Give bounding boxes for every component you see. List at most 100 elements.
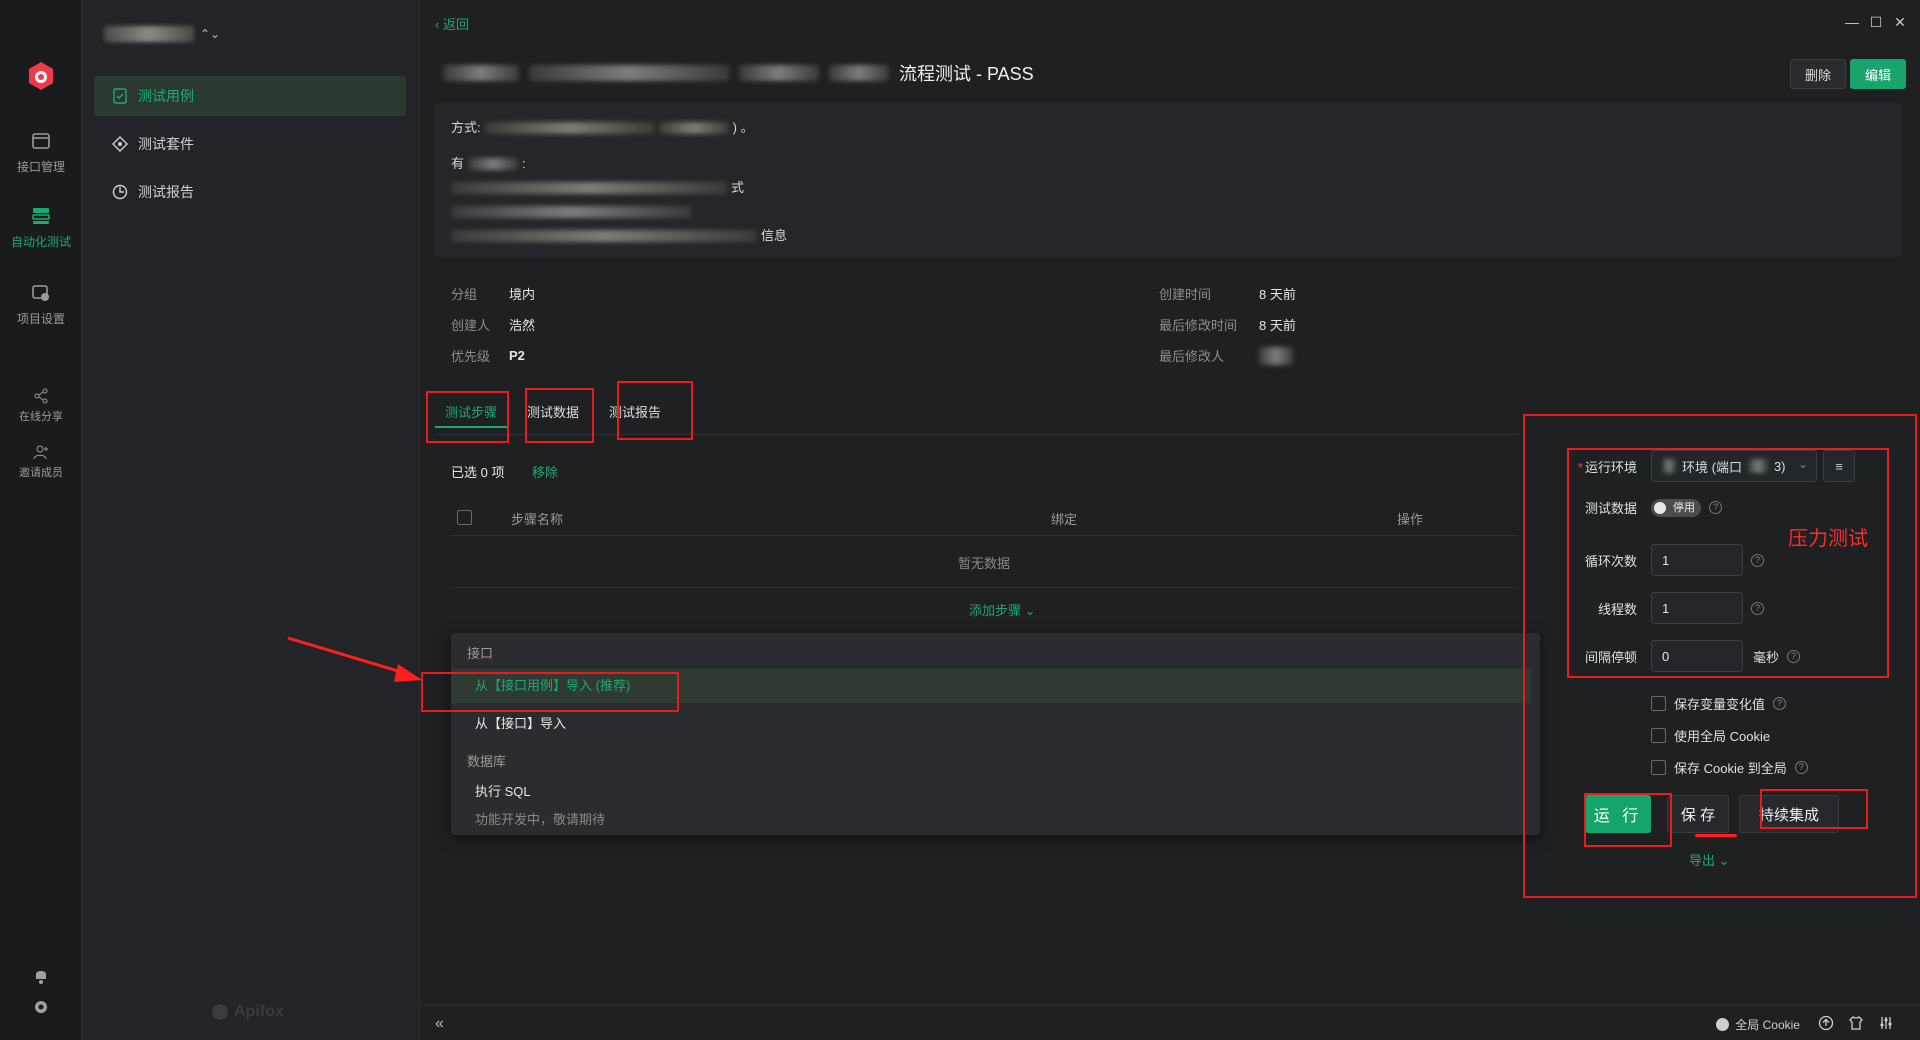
main-panel: ‹ 返回 — ☐ ✕ 流程测试 - PASS 删除 编辑 方式: ) 。 有 : xyxy=(287,0,1920,1040)
page-title: 流程测试 - PASS xyxy=(899,64,1034,84)
status-bar: « 全局 Cookie xyxy=(421,1005,1920,1040)
annotation-arrow-icon xyxy=(287,636,422,682)
column-header-bind: 绑定 xyxy=(1051,512,1078,527)
column-header-action: 操作 xyxy=(1397,512,1424,527)
add-step-button[interactable]: 添加步骤 ⌄ xyxy=(969,600,1036,619)
desc-redacted xyxy=(658,122,729,134)
test-case-icon xyxy=(113,88,127,104)
settings-icon xyxy=(32,285,49,301)
back-link[interactable]: ‹ 返回 xyxy=(435,14,469,33)
meta-value: 浩然 xyxy=(509,318,536,333)
sidebar-item-label: 测试套件 xyxy=(138,136,194,152)
column-header-name: 步骤名称 xyxy=(511,512,564,527)
minimize-icon[interactable]: — xyxy=(1844,14,1860,30)
meta-key: 创建人 xyxy=(451,318,491,333)
meta-value: 境内 xyxy=(509,287,536,302)
desc-text: 式 xyxy=(731,180,745,195)
annotation-stress-label: 压力测试 xyxy=(1788,528,1868,550)
icon-rail: 接口管理 自动化测试 项目设置 在线分享 邀请成员 xyxy=(0,0,82,1040)
test-suite-icon xyxy=(112,136,128,152)
sidebar-item-test-cases[interactable]: 测试用例 xyxy=(94,76,406,116)
global-cookie-button[interactable]: 全局 Cookie xyxy=(1716,1016,1800,1033)
desc-text: : xyxy=(522,156,526,171)
rail-item-automation[interactable]: 自动化测试 xyxy=(0,205,82,250)
title-redacted xyxy=(829,65,889,81)
rail-label: 自动化测试 xyxy=(10,235,71,249)
shirt-icon[interactable] xyxy=(1848,1015,1864,1031)
desc-text: 方式: xyxy=(451,120,481,135)
meta-value: 8 天前 xyxy=(1259,318,1296,333)
avatar xyxy=(1259,346,1293,365)
api-icon xyxy=(32,133,50,149)
desc-text: 信息 xyxy=(761,228,788,243)
annotation-underline-save xyxy=(1695,834,1737,837)
meta-left: 分组 境内 创建人 浩然 优先级 P2 xyxy=(451,278,535,371)
annotation-box-import xyxy=(421,672,679,712)
steps-table-header: 步骤名称 绑定 操作 xyxy=(451,500,1517,536)
apifox-logo-icon[interactable] xyxy=(25,60,57,92)
settings-sliders-icon[interactable] xyxy=(1878,1015,1894,1031)
project-name-redacted xyxy=(104,26,194,42)
page-title-row: 流程测试 - PASS xyxy=(443,60,1034,86)
annotation-box-stress xyxy=(1567,448,1889,678)
dropdown-group-label: 接口 xyxy=(467,646,494,661)
title-redacted xyxy=(739,65,819,81)
sidebar: ⌃⌄ 测试用例 测试套件 测试报告 Apifox xyxy=(82,0,420,1040)
desc-redacted xyxy=(468,158,519,170)
rail-item-share[interactable]: 在线分享 xyxy=(0,388,82,424)
rail-label: 在线分享 xyxy=(19,411,63,423)
brand-text: Apifox xyxy=(234,1003,284,1020)
rail-label: 项目设置 xyxy=(16,312,65,326)
project-switcher[interactable]: ⌃⌄ xyxy=(104,26,220,42)
collapse-sidebar-icon[interactable]: « xyxy=(435,1015,444,1033)
execute-sql-hint: 功能开发中，敬请期待 xyxy=(475,812,606,827)
select-all-checkbox[interactable] xyxy=(457,510,472,525)
gear-icon[interactable] xyxy=(30,996,52,1018)
app-window: 接口管理 自动化测试 项目设置 在线分享 邀请成员 ⌃⌄ 测试用例 测试套件 测… xyxy=(0,0,1920,1040)
dropdown-group-label: 数据库 xyxy=(467,754,507,769)
empty-state: 暂无数据 xyxy=(451,540,1517,588)
sidebar-item-label: 测试报告 xyxy=(138,184,194,200)
close-icon[interactable]: ✕ xyxy=(1892,14,1908,31)
meta-key: 最后修改时间 xyxy=(1159,318,1238,333)
meta-right: 创建时间 8 天前 最后修改时间 8 天前 最后修改人 xyxy=(1159,278,1296,371)
add-step-dropdown: 接口 从【接口用例】导入 (推荐) 从【接口】导入 数据库 执行 SQL 功能开… xyxy=(451,633,1540,835)
import-from-api-item[interactable]: 从【接口】导入 xyxy=(451,707,1531,741)
bell-icon[interactable] xyxy=(30,964,52,986)
desc-redacted xyxy=(451,182,727,194)
edit-button[interactable]: 编辑 xyxy=(1850,59,1906,89)
meta-key: 分组 xyxy=(451,287,478,302)
tab-divider xyxy=(435,434,1519,435)
meta-key: 优先级 xyxy=(451,349,491,364)
rail-item-settings[interactable]: 项目设置 xyxy=(0,282,82,327)
annotation-box-data xyxy=(525,388,594,443)
desc-redacted xyxy=(451,230,757,242)
desc-text: 有 xyxy=(451,156,465,171)
remove-link[interactable]: 移除 xyxy=(532,462,558,481)
desc-redacted xyxy=(451,206,691,218)
meta-value: P2 xyxy=(509,348,525,363)
sidebar-item-test-reports[interactable]: 测试报告 xyxy=(94,172,406,212)
annotation-box-report xyxy=(617,381,693,440)
meta-key: 创建时间 xyxy=(1159,287,1212,302)
annotation-box-run xyxy=(1584,793,1672,847)
report-icon xyxy=(112,184,128,200)
cookie-label: 全局 Cookie xyxy=(1735,1018,1800,1032)
rail-item-invite[interactable]: 邀请成员 xyxy=(0,444,82,480)
rail-item-api[interactable]: 接口管理 xyxy=(0,130,82,175)
desc-redacted xyxy=(484,122,655,134)
share-icon xyxy=(34,388,48,404)
cookie-icon xyxy=(1716,1018,1730,1031)
automation-icon xyxy=(32,208,50,224)
sidebar-item-label: 测试用例 xyxy=(138,88,194,104)
maximize-icon[interactable]: ☐ xyxy=(1868,14,1884,31)
chevron-updown-icon: ⌃⌄ xyxy=(200,27,221,41)
meta-value: 8 天前 xyxy=(1259,287,1296,302)
upload-icon[interactable] xyxy=(1818,1015,1834,1031)
sidebar-item-test-suites[interactable]: 测试套件 xyxy=(94,124,406,164)
execute-sql-item[interactable]: 执行 SQL xyxy=(451,775,1531,809)
rail-label: 接口管理 xyxy=(16,160,65,174)
rail-label: 邀请成员 xyxy=(19,467,63,479)
delete-button[interactable]: 删除 xyxy=(1790,59,1846,89)
meta-key: 最后修改人 xyxy=(1159,349,1225,364)
